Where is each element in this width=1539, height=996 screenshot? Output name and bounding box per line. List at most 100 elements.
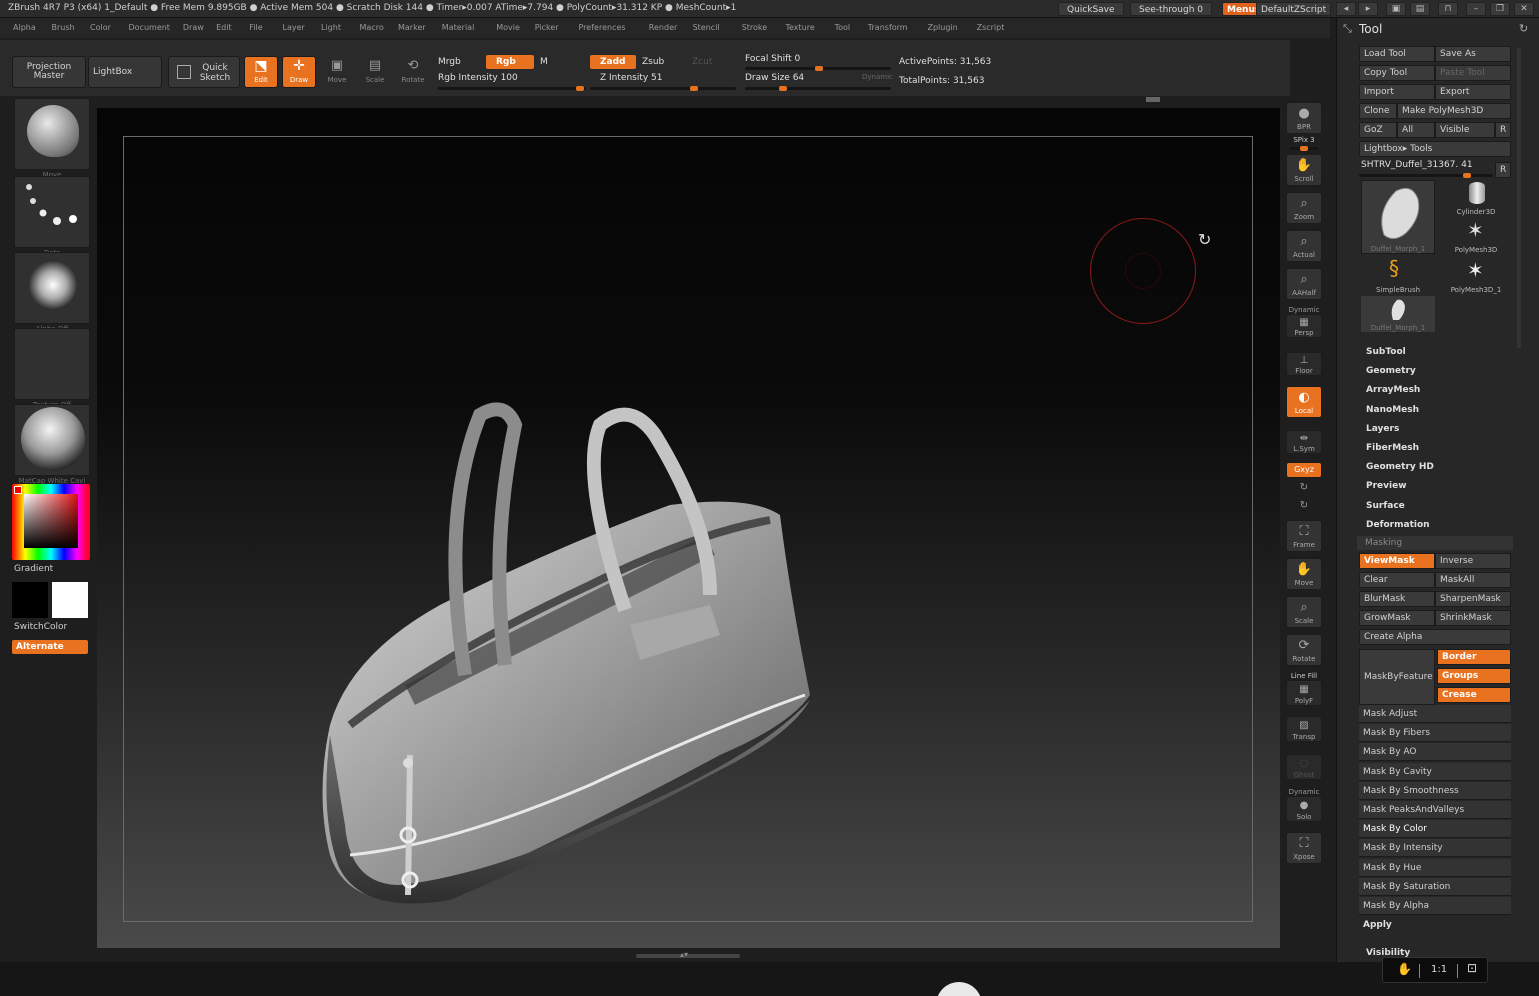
menu-texture[interactable]: Texture <box>786 23 815 32</box>
zoom-ratio[interactable]: 1:1 <box>1431 964 1447 975</box>
groups-toggle[interactable]: Groups <box>1437 668 1511 684</box>
xyz-button[interactable]: Gxyz <box>1286 462 1322 478</box>
maskbyfeature-button[interactable]: MaskByFeature <box>1359 649 1435 705</box>
mask-by-saturation-button[interactable]: Mask By Saturation <box>1359 877 1511 896</box>
gradient-label[interactable]: Gradient <box>14 564 53 574</box>
goz-button[interactable]: GoZ <box>1359 122 1397 138</box>
move-button[interactable]: ▣ Move <box>320 56 354 88</box>
make-polymesh-button[interactable]: Make PolyMesh3D <box>1397 103 1511 119</box>
frame-button[interactable]: ⛶ Frame <box>1286 520 1322 552</box>
ui-layout-icon[interactable]: ▣ <box>1386 2 1406 16</box>
scale-view-button[interactable]: ⌕ Scale <box>1286 596 1322 628</box>
persp-button[interactable]: ▦ Persp <box>1286 314 1322 338</box>
zsub-toggle[interactable]: Zsub <box>642 57 664 67</box>
maskall-button[interactable]: MaskAll <box>1435 572 1511 588</box>
menu-layer[interactable]: Layer <box>283 23 305 32</box>
scroll-button[interactable]: ✋ Scroll <box>1286 154 1322 186</box>
mask-by-smoothness-button[interactable]: Mask By Smoothness <box>1359 781 1511 800</box>
menu-color[interactable]: Color <box>90 23 111 32</box>
projection-master-button[interactable]: Projection Master <box>12 56 86 88</box>
menu-edit[interactable]: Edit <box>216 23 232 32</box>
texture-thumbnail[interactable]: Texture Off <box>14 328 90 409</box>
import-button[interactable]: Import <box>1359 84 1435 100</box>
inverse-button[interactable]: Inverse <box>1435 553 1511 569</box>
tool-thumb-duffel-morph-2[interactable]: Duffel_Morph_1 <box>1361 296 1435 332</box>
section-preview[interactable]: Preview <box>1366 481 1407 491</box>
section-arraymesh[interactable]: ArrayMesh <box>1366 385 1420 395</box>
menu-material[interactable]: Material <box>442 23 475 32</box>
apply-button[interactable]: Apply <box>1363 920 1392 930</box>
mask-by-ao-button[interactable]: Mask By AO <box>1359 743 1511 762</box>
mask-by-color-button[interactable]: Mask By Color <box>1359 820 1511 839</box>
lock-icon[interactable]: ⊓ <box>1438 2 1458 16</box>
xpose-button[interactable]: ⛶ Xpose <box>1286 832 1322 864</box>
menu-stroke[interactable]: Stroke <box>742 23 768 32</box>
mask-peaksandvalleys-button[interactable]: Mask PeaksAndValleys <box>1359 801 1511 819</box>
layout-left-icon[interactable]: ◂ <box>1336 2 1356 16</box>
tool-panel-reset-icon[interactable]: ↻ <box>1519 22 1528 35</box>
ghost-button[interactable]: ◌ Ghost <box>1286 754 1322 780</box>
scroll-handle[interactable] <box>1146 97 1160 102</box>
lightbox-button[interactable]: LightBox <box>88 56 162 88</box>
tool-slider[interactable] <box>1359 173 1493 178</box>
section-geometry[interactable]: Geometry <box>1366 366 1416 376</box>
edit-button[interactable]: ⬔ Edit <box>244 56 278 88</box>
dynamic-solo-label[interactable]: Dynamic <box>1284 788 1324 796</box>
mask-by-intensity-button[interactable]: Mask By Intensity <box>1359 839 1511 858</box>
menu-preferences[interactable]: Preferences <box>579 23 626 32</box>
lsym-button[interactable]: ⇹ L.Sym <box>1286 430 1322 454</box>
menu-alpha[interactable]: Alpha <box>13 23 36 32</box>
create-alpha-button[interactable]: Create Alpha <box>1359 629 1511 645</box>
color-picker[interactable] <box>12 484 90 560</box>
blurmask-button[interactable]: BlurMask <box>1359 591 1435 607</box>
section-surface[interactable]: Surface <box>1366 501 1405 511</box>
border-toggle[interactable]: Border <box>1437 649 1511 665</box>
tool-thumb-polymesh3d[interactable]: ✶ PolyMesh3D <box>1439 218 1513 254</box>
rgb-toggle[interactable]: Rgb <box>486 55 534 69</box>
menu-stencil[interactable]: Stencil <box>693 23 720 32</box>
dynamic-toggle[interactable]: Dynamic <box>862 73 893 81</box>
menu-zscript[interactable]: Zscript <box>977 23 1005 32</box>
copy-tool-button[interactable]: Copy Tool <box>1359 65 1435 81</box>
menu-picker[interactable]: Picker <box>535 23 559 32</box>
polyf-button[interactable]: ▦ PolyF <box>1286 680 1322 706</box>
menu-zplugin[interactable]: Zplugin <box>928 23 958 32</box>
scale-button[interactable]: ▤ Scale <box>358 56 392 88</box>
viewmask-button[interactable]: ViewMask <box>1359 553 1435 569</box>
bottom-circle[interactable] <box>936 982 982 996</box>
menu-transform[interactable]: Transform <box>868 23 908 32</box>
see-through-slider[interactable]: See-through 0 <box>1130 2 1212 16</box>
expand-arrow-icon[interactable]: ▴▾ <box>680 950 688 959</box>
actual-button[interactable]: ⌕ Actual <box>1286 230 1322 262</box>
menu-light[interactable]: Light <box>321 23 341 32</box>
draw-button[interactable]: ✛ Draw <box>282 56 316 88</box>
restore-icon[interactable]: ❐ <box>1490 2 1510 16</box>
spix-slider[interactable] <box>1290 146 1318 151</box>
mask-by-alpha-button[interactable]: Mask By Alpha <box>1359 897 1511 915</box>
alpha-thumbnail[interactable]: Alpha Off <box>14 252 90 333</box>
zoom-button[interactable]: ⌕ Zoom <box>1286 192 1322 224</box>
duffel-bag-model[interactable] <box>290 395 830 925</box>
goz-r-button[interactable]: R <box>1495 122 1511 138</box>
close-icon[interactable]: ✕ <box>1514 2 1534 16</box>
menu-draw[interactable]: Draw <box>183 23 204 32</box>
zadd-toggle[interactable]: Zadd <box>590 55 636 69</box>
line-fill-label[interactable]: Line Fill <box>1284 672 1324 680</box>
color-picker-square[interactable] <box>24 494 78 548</box>
menu-marker[interactable]: Marker <box>398 23 426 32</box>
section-subtool[interactable]: SubTool <box>1366 347 1406 357</box>
load-tool-button[interactable]: Load Tool <box>1359 46 1435 62</box>
stroke-thumbnail[interactable]: Dots <box>14 176 90 257</box>
default-zscript-button[interactable]: DefaultZScript <box>1256 2 1332 16</box>
menu-brush[interactable]: Brush <box>52 23 75 32</box>
goz-visible-button[interactable]: Visible <box>1435 122 1495 138</box>
alternate-button[interactable]: Alternate <box>12 640 88 654</box>
tool-thumb-simplebrush[interactable]: § SimpleBrush <box>1361 256 1435 294</box>
section-nanomesh[interactable]: NanoMesh <box>1366 405 1419 415</box>
panel-scrollbar[interactable] <box>1517 48 1521 348</box>
mask-adjust-button[interactable]: Mask Adjust <box>1359 705 1511 723</box>
z-intensity-slider[interactable] <box>590 86 736 91</box>
mask-by-fibers-button[interactable]: Mask By Fibers <box>1359 724 1511 743</box>
growmask-button[interactable]: GrowMask <box>1359 610 1435 626</box>
menu-file[interactable]: File <box>249 23 262 32</box>
